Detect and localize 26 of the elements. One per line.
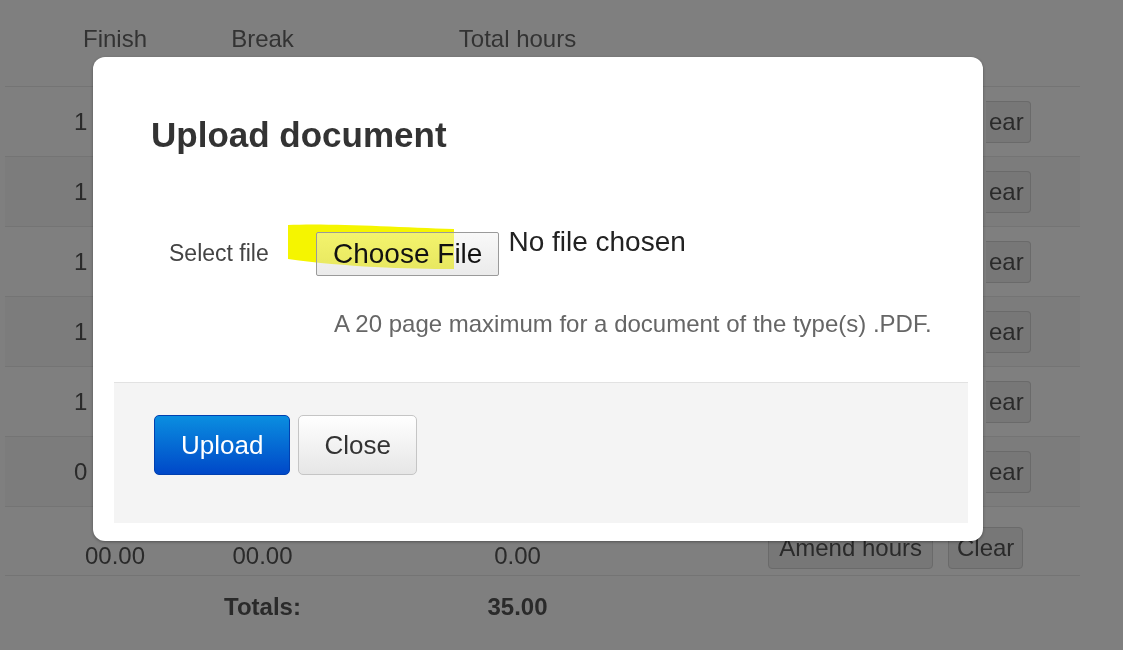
clear-button[interactable]: ear [986, 380, 1031, 423]
table-cell-text: 1 [73, 317, 89, 346]
help-text: A 20 page maximum for a document of the type(s) .PDF. [334, 310, 933, 338]
table-cell-text: 00.00 [231, 543, 294, 569]
column-header: Total hours [457, 26, 578, 52]
file-status: No file chosen [508, 226, 686, 258]
clear-button[interactable]: ear [986, 450, 1031, 493]
field-label: Select file [169, 240, 270, 267]
table-cell-text: 1 [73, 387, 89, 416]
clear-button[interactable]: ear [986, 170, 1031, 213]
clear-button[interactable]: ear [986, 100, 1031, 143]
dialog-button[interactable]: Close [298, 415, 417, 475]
totals-value: 35.00 [486, 593, 549, 621]
table-cell-text: 00.00 [83, 543, 147, 569]
dialog-title: Upload document [151, 114, 448, 156]
column-header: Break [230, 26, 295, 52]
dialog-button[interactable]: Upload [154, 415, 291, 475]
table-cell-text: 1 [73, 247, 89, 276]
clear-button[interactable]: ear [986, 240, 1031, 283]
table-cell-text: 1 [73, 177, 89, 206]
clear-button[interactable]: ear [986, 310, 1031, 353]
table-cell-text: 0 [73, 457, 89, 486]
totals-label: Totals: [223, 593, 302, 621]
table-cell-text: 0.00 [493, 543, 542, 569]
column-header: Finish [82, 26, 148, 52]
table-cell-text: 1 [73, 107, 89, 136]
